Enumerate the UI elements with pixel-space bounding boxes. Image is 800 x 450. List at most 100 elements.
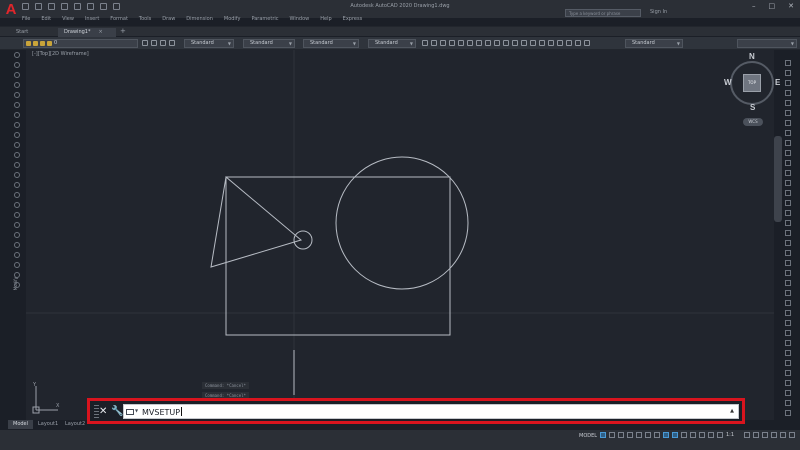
layer-dropdown[interactable]: 0 (23, 39, 138, 48)
wrench-icon[interactable]: 🔧 (111, 404, 123, 419)
status-toggle-icon[interactable] (681, 432, 687, 438)
gradient-tool-icon[interactable] (14, 172, 20, 178)
polyline-icon[interactable] (440, 40, 446, 46)
hatch-tool-icon[interactable] (14, 162, 20, 168)
rectangle-tool-icon[interactable] (14, 92, 20, 98)
nav-tool-icon[interactable] (785, 120, 791, 126)
nav-tool-icon[interactable] (785, 370, 791, 376)
make-current-icon[interactable] (151, 40, 157, 46)
nav-tool-icon[interactable] (785, 140, 791, 146)
mirror-tool-icon[interactable] (14, 232, 20, 238)
compass-north[interactable]: N (749, 52, 755, 61)
line-icon[interactable] (422, 40, 428, 46)
nav-tool-icon[interactable] (785, 70, 791, 76)
arc-tool-icon[interactable] (14, 82, 20, 88)
triangle-shape[interactable] (210, 176, 303, 268)
tab-model[interactable]: Model (8, 420, 34, 429)
nav-tool-icon[interactable] (785, 310, 791, 316)
menu-insert[interactable]: Insert (85, 16, 99, 22)
table-icon[interactable] (566, 40, 572, 46)
region-tool-icon[interactable] (14, 182, 20, 188)
status-toggle-icon[interactable] (699, 432, 705, 438)
add-selected-icon[interactable] (584, 40, 590, 46)
status-toggle-icon[interactable] (609, 432, 615, 438)
nav-tool-icon[interactable] (785, 340, 791, 346)
status-toggle-icon[interactable] (708, 432, 714, 438)
menu-help[interactable]: Help (320, 16, 331, 22)
table-style-dropdown[interactable]: Standard ▼ (303, 39, 359, 48)
arc-icon[interactable] (467, 40, 473, 46)
revcloud-icon[interactable] (485, 40, 491, 46)
close-icon[interactable]: ✕ (99, 404, 107, 419)
xline-icon[interactable] (431, 40, 437, 46)
point-icon[interactable] (530, 40, 536, 46)
viewport-controls[interactable]: [-][Top][2D Wireframe] (32, 51, 89, 57)
nav-tool-icon[interactable] (785, 220, 791, 226)
search-input[interactable]: Type a keyword or phrase (565, 9, 641, 17)
block-tool-icon[interactable] (14, 142, 20, 148)
minimize-button[interactable]: – (752, 2, 756, 10)
rotate-tool-icon[interactable] (14, 272, 20, 278)
status-toggle-icon[interactable] (771, 432, 777, 438)
small-circle-shape[interactable] (293, 230, 313, 250)
tab-start[interactable]: Start (10, 28, 34, 37)
model-space-button[interactable]: MODEL (579, 433, 597, 439)
tab-layout1[interactable]: Layout1 (33, 420, 63, 429)
point-tool-icon[interactable] (14, 152, 20, 158)
region-icon[interactable] (557, 40, 563, 46)
rectangle-icon[interactable] (458, 40, 464, 46)
status-toggle-icon[interactable] (627, 432, 633, 438)
command-history-toggle[interactable]: ▲ (730, 408, 734, 414)
erase-tool-icon[interactable] (14, 212, 20, 218)
match-layer-icon[interactable] (160, 40, 166, 46)
status-toggle-icon[interactable] (717, 432, 723, 438)
nav-tool-icon[interactable] (785, 80, 791, 86)
status-toggle-icon[interactable] (663, 432, 669, 438)
viewcube[interactable]: TOP N S E W (722, 52, 782, 113)
nav-tool-icon[interactable] (785, 290, 791, 296)
nav-tool-icon[interactable] (785, 130, 791, 136)
nav-tool-icon[interactable] (785, 360, 791, 366)
spline-tool-icon[interactable] (14, 112, 20, 118)
menu-view[interactable]: View (62, 16, 74, 22)
nav-tool-icon[interactable] (785, 110, 791, 116)
status-toggle-icon[interactable] (753, 432, 759, 438)
new-tab-button[interactable]: + (120, 27, 126, 35)
status-toggle-icon[interactable] (618, 432, 624, 438)
chevron-down-icon[interactable]: ▼ (135, 408, 138, 413)
nav-tool-icon[interactable] (785, 240, 791, 246)
copy-tool-icon[interactable] (14, 222, 20, 228)
nav-tool-icon[interactable] (785, 230, 791, 236)
nav-tool-icon[interactable] (785, 320, 791, 326)
gradient-icon[interactable] (548, 40, 554, 46)
scale-tool-icon[interactable] (14, 282, 20, 288)
viewcube-top-face[interactable]: TOP (743, 74, 761, 92)
status-toggle-icon[interactable] (780, 432, 786, 438)
nav-tool-icon[interactable] (785, 410, 791, 416)
nav-tool-icon[interactable] (785, 380, 791, 386)
nav-tool-icon[interactable] (785, 170, 791, 176)
tab-close-icon[interactable]: × (98, 29, 102, 35)
menu-edit[interactable]: Edit (41, 16, 51, 22)
array-tool-icon[interactable] (14, 252, 20, 258)
menu-file[interactable]: File (22, 16, 30, 22)
compass-south[interactable]: S (750, 103, 755, 112)
move-tool-icon[interactable] (14, 262, 20, 268)
insert-tool-icon[interactable] (14, 132, 20, 138)
nav-tool-icon[interactable] (785, 160, 791, 166)
nav-tool-icon[interactable] (785, 190, 791, 196)
table-tool-icon[interactable] (14, 192, 20, 198)
menu-modify[interactable]: Modify (224, 16, 241, 22)
status-toggle-icon[interactable] (744, 432, 750, 438)
circle-tool-icon[interactable] (14, 72, 20, 78)
maximize-button[interactable]: □ (769, 2, 776, 10)
nav-tool-icon[interactable] (785, 350, 791, 356)
mtext-icon[interactable] (575, 40, 581, 46)
layer-properties-icon[interactable] (142, 40, 148, 46)
status-toggle-icon[interactable] (654, 432, 660, 438)
tab-drawing1[interactable]: Drawing1* × (58, 28, 116, 37)
compass-east[interactable]: E (775, 78, 780, 87)
status-toggle-icon[interactable] (789, 432, 795, 438)
recent-commands-icon[interactable] (126, 409, 134, 415)
nav-tool-icon[interactable] (785, 250, 791, 256)
